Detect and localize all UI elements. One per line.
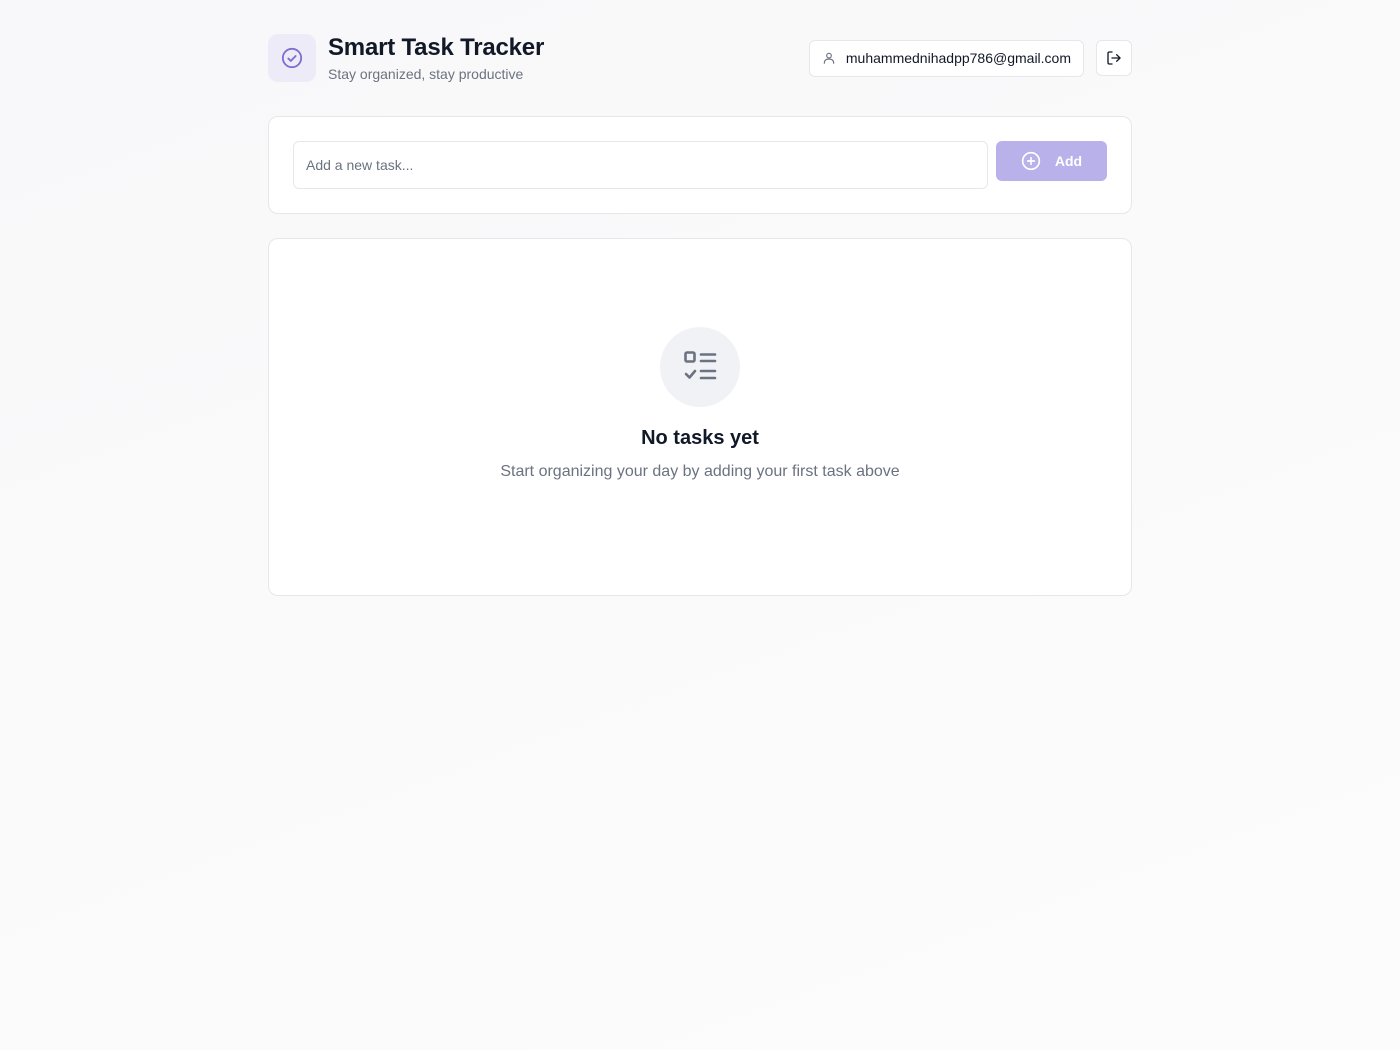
app-subtitle: Stay organized, stay productive (328, 65, 524, 82)
brand-text: Smart Task Tracker Stay organized, stay … (328, 34, 544, 83)
add-task-card: Add (268, 116, 1132, 214)
task-list-card: No tasks yet Start organizing your day b… (268, 238, 1132, 596)
add-button-label: Add (1054, 153, 1083, 169)
header-actions: muhammednihadpp786@gmail.com (808, 39, 1132, 77)
logout-icon (1107, 51, 1121, 65)
add-task-button[interactable]: Add (996, 141, 1107, 181)
app-header: Smart Task Tracker Stay organized, stay … (268, 34, 1132, 82)
user-account-chip[interactable]: muhammednihadpp786@gmail.com (808, 39, 1084, 77)
list-checks-icon (684, 351, 717, 380)
empty-state-icon-wrapper (660, 327, 740, 407)
logout-button[interactable] (1096, 40, 1132, 76)
app-logo (268, 34, 316, 82)
check-circle-icon (281, 47, 303, 69)
brand: Smart Task Tracker Stay organized, stay … (268, 34, 544, 83)
user-email: muhammednihadpp786@gmail.com (845, 50, 1071, 66)
app-title: Smart Task Tracker (328, 33, 545, 61)
empty-state-title: No tasks yet (641, 427, 759, 449)
new-task-input[interactable] (293, 141, 988, 189)
plus-circle-icon (1021, 151, 1041, 171)
empty-state-description: Start organizing your day by adding your… (500, 463, 900, 480)
app-container: Smart Task Tracker Stay organized, stay … (268, 34, 1132, 596)
user-icon (822, 51, 836, 65)
